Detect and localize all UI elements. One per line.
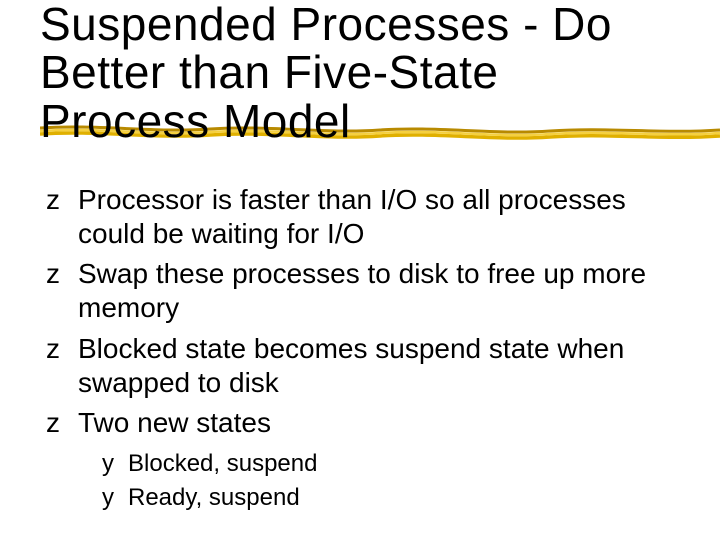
sub-bullet-text: Blocked, suspend xyxy=(128,450,317,477)
bullet-item: Processor is faster than I/O so all proc… xyxy=(40,183,680,251)
title-area: Suspended Processes - Do Better than Fiv… xyxy=(40,0,680,145)
bullet-text: Swap these processes to disk to free up … xyxy=(78,258,646,323)
bullet-item: Swap these processes to disk to free up … xyxy=(40,257,680,325)
bullet-item: Blocked state becomes suspend state when… xyxy=(40,332,680,400)
bullet-text: Blocked state becomes suspend state when… xyxy=(78,333,624,398)
sub-bullet-list: Blocked, suspend Ready, suspend xyxy=(78,448,680,515)
bullet-list: Processor is faster than I/O so all proc… xyxy=(40,183,680,515)
sub-bullet-text: Ready, suspend xyxy=(128,484,300,511)
bullet-text: Processor is faster than I/O so all proc… xyxy=(78,184,626,249)
slide-title: Suspended Processes - Do Better than Fiv… xyxy=(40,0,680,145)
bullet-text: Two new states xyxy=(78,407,271,438)
slide-body: Processor is faster than I/O so all proc… xyxy=(40,183,680,515)
sub-bullet-item: Ready, suspend xyxy=(98,482,680,514)
slide: Suspended Processes - Do Better than Fiv… xyxy=(0,0,720,540)
sub-bullet-item: Blocked, suspend xyxy=(98,448,680,480)
bullet-item: Two new states Blocked, suspend Ready, s… xyxy=(40,406,680,515)
